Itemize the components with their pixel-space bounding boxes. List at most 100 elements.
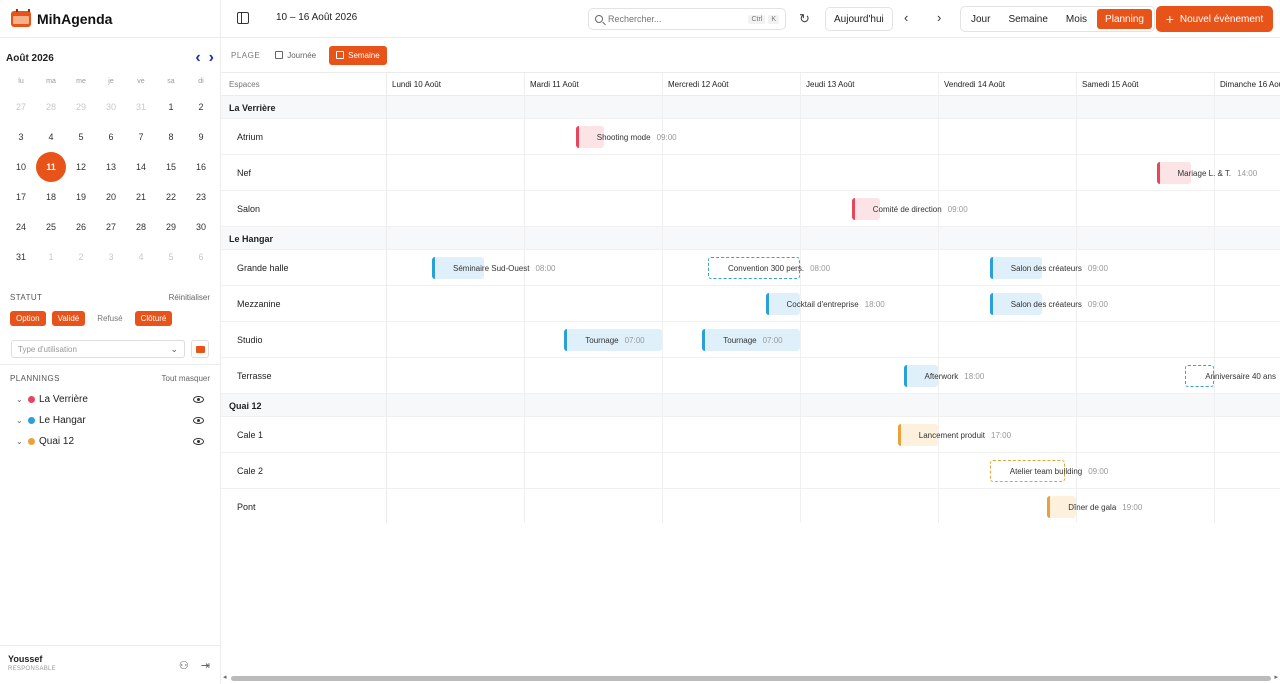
calendar-day[interactable]: 20 [96,182,126,212]
event-block[interactable]: Convention 300 pers. 08:00 [708,257,830,279]
hide-all-link[interactable]: Tout masquer [162,374,210,383]
calendar-day[interactable]: 18 [36,182,66,212]
calendar-day[interactable]: 28 [36,92,66,122]
event-block[interactable]: Séminaire Sud-Ouest 08:00 [432,257,556,279]
calendar-day[interactable]: 8 [156,122,186,152]
event-block[interactable]: Lancement produit 17:00 [897,424,1011,446]
logout-icon[interactable]: ⇥ [201,659,210,672]
status-chip[interactable]: Option [10,311,46,326]
calendar-day[interactable]: 21 [126,182,156,212]
calendar-day[interactable]: 9 [186,122,216,152]
calendar-day[interactable]: 25 [36,212,66,242]
chevron-down-icon[interactable]: ⌄ [16,416,28,425]
brand[interactable]: MihAgenda [0,0,220,38]
calendar-day[interactable]: 30 [96,92,126,122]
calendar-day[interactable]: 4 [126,242,156,272]
calendar-day[interactable]: 29 [156,212,186,242]
view-mois-button[interactable]: Mois [1058,9,1095,29]
calendar-day[interactable]: 23 [186,182,216,212]
calendar-day[interactable]: 15 [156,152,186,182]
planning-item[interactable]: ⌄ La Verrière [10,389,210,410]
calendar-day[interactable]: 28 [126,212,156,242]
event-block[interactable]: Afterwork 18:00 [903,365,984,387]
event-block[interactable]: Salon des créateurs 09:00 [989,293,1108,315]
calendar-day[interactable]: 3 [6,122,36,152]
scroll-left-icon[interactable]: ◂ [223,673,227,681]
calendar-day[interactable]: 1 [36,242,66,272]
calendar-day[interactable]: 1 [156,92,186,122]
calendar-day[interactable]: 4 [36,122,66,152]
calendar-logo-icon [11,8,31,27]
calendar-day[interactable]: 3 [96,242,126,272]
event-block[interactable]: Shooting mode 09:00 [575,126,677,148]
calendar-day[interactable]: 13 [96,152,126,182]
next-week-icon[interactable]: › [937,10,941,25]
calendar-day[interactable]: 6 [96,122,126,152]
sidebar-toggle-icon[interactable] [237,12,249,24]
calendar-day[interactable]: 26 [66,212,96,242]
calendar-day[interactable]: 2 [66,242,96,272]
event-block[interactable]: Comité de direction 09:00 [851,198,968,220]
calendar-day[interactable]: 17 [6,182,36,212]
calendar-day[interactable]: 19 [66,182,96,212]
planning-item[interactable]: ⌄ Quai 12 [10,431,210,452]
today-button[interactable]: Aujourd'hui [825,7,893,31]
calendar-day-today[interactable]: 11 [36,152,66,182]
chevron-down-icon[interactable]: ⌄ [16,437,28,446]
calendar-day[interactable]: 12 [66,152,96,182]
range-option-week[interactable]: Semaine [329,45,387,65]
type-select[interactable]: Type d'utilisation ⌄ [11,340,185,358]
calendar-day[interactable]: 10 [6,152,36,182]
range-option-day[interactable]: Journée [268,46,323,65]
calendar-day[interactable]: 7 [126,122,156,152]
reset-link[interactable]: Réinitialiser [169,293,210,302]
event-block[interactable]: Tournage 07:00 [564,329,662,351]
status-chip[interactable]: Refusé [91,311,128,326]
status-chip[interactable]: Clôturé [134,311,173,326]
prev-week-icon[interactable]: ‹ [904,10,908,25]
calendar-day[interactable]: 31 [126,92,156,122]
event-block[interactable]: Anniversaire 40 ans [1185,365,1276,387]
calendar-day[interactable]: 14 [126,152,156,182]
event-block[interactable]: Salon des créateurs 09:00 [989,257,1108,279]
type-filter-button[interactable] [191,340,209,358]
chevron-right-icon[interactable]: › [209,50,214,66]
users-icon[interactable]: ⚇ [179,659,189,672]
view-semaine-button[interactable]: Semaine [1000,9,1055,29]
event-block[interactable]: Mariage L. & T. 14:00 [1156,162,1257,184]
calendar-day[interactable]: 5 [156,242,186,272]
planning-item[interactable]: ⌄ Le Hangar [10,410,210,431]
calendar-day[interactable]: 16 [186,152,216,182]
calendar-day[interactable]: 29 [66,92,96,122]
calendar-day[interactable]: 31 [6,242,36,272]
search-box[interactable]: Ctrl K [588,8,786,30]
calendar-day[interactable]: 27 [6,92,36,122]
eye-icon[interactable] [193,438,204,445]
status-chip[interactable]: Validé [51,311,86,326]
chevron-down-icon[interactable]: ⌄ [16,395,28,404]
view-planning-button[interactable]: Planning [1097,9,1152,29]
chevron-left-icon[interactable]: ‹ [195,50,200,66]
horizontal-scrollbar[interactable]: ◂ ▸ [221,672,1280,684]
event-block[interactable]: Atelier team building 09:00 [989,460,1108,482]
calendar-day[interactable]: 22 [156,182,186,212]
event-block[interactable]: Dîner de gala 19:00 [1047,496,1142,518]
eye-icon[interactable] [193,396,204,403]
calendar-day[interactable]: 5 [66,122,96,152]
refresh-icon[interactable]: ↻ [799,11,810,27]
calendar-day[interactable]: 2 [186,92,216,122]
weekday-label: sa [167,78,175,85]
scrollbar-thumb[interactable] [231,676,1271,681]
new-event-button[interactable]: + Nouvel évènement [1156,6,1273,32]
event-block[interactable]: Tournage 07:00 [702,329,800,351]
calendar-day[interactable]: 6 [186,242,216,272]
calendar-day[interactable]: 30 [186,212,216,242]
shortcut-key: Ctrl [748,14,766,24]
view-jour-button[interactable]: Jour [963,9,998,29]
calendar-day[interactable]: 27 [96,212,126,242]
scroll-right-icon[interactable]: ▸ [1274,673,1278,681]
eye-icon[interactable] [193,417,204,424]
calendar-day[interactable]: 24 [6,212,36,242]
search-input[interactable] [608,14,746,24]
event-block[interactable]: Cocktail d'entreprise 18:00 [765,293,885,315]
